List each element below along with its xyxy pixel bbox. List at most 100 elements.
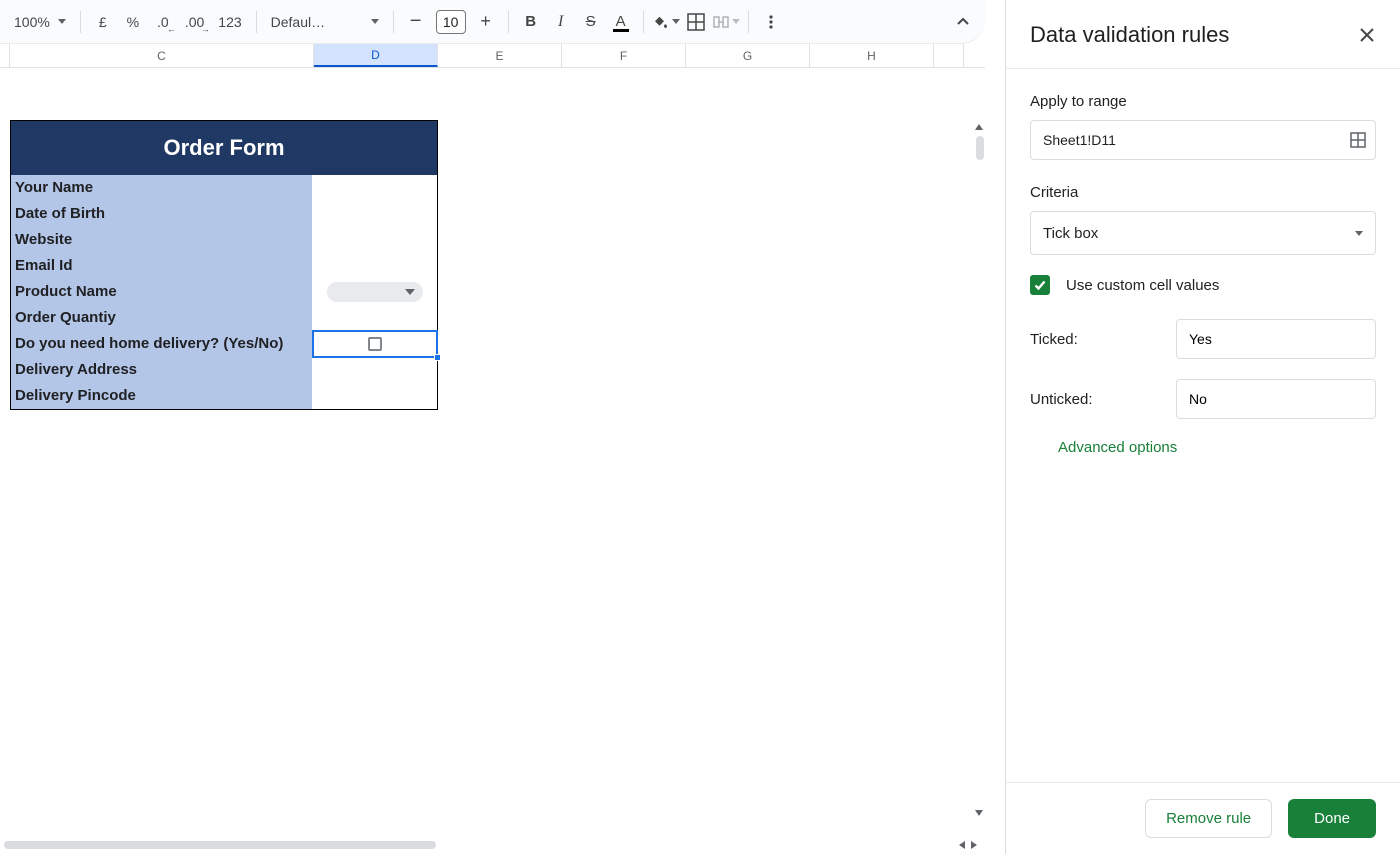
criteria-dropdown[interactable]: Tick box <box>1030 211 1376 255</box>
form-row: Date of Birth <box>11 201 437 227</box>
remove-rule-button[interactable]: Remove rule <box>1145 799 1272 838</box>
bold-button[interactable]: B <box>517 8 545 36</box>
chevron-down-icon <box>405 289 415 295</box>
apply-to-range-label: Apply to range <box>1030 93 1376 110</box>
close-icon <box>1358 26 1376 44</box>
column-header-H[interactable]: H <box>810 44 934 67</box>
cell-fill-handle[interactable] <box>434 354 441 361</box>
dropdown-chip[interactable] <box>327 282 423 302</box>
unticked-value-input[interactable] <box>1176 379 1376 419</box>
vertical-scroll-thumb[interactable] <box>976 136 984 160</box>
scroll-left-arrow-icon[interactable] <box>959 841 965 849</box>
separator <box>748 11 749 33</box>
column-header-empty[interactable] <box>934 44 964 67</box>
font-size-decrease-button[interactable]: − <box>402 8 430 36</box>
horizontal-scrollbar[interactable] <box>0 836 985 854</box>
form-value-cell[interactable] <box>313 279 437 305</box>
merge-icon <box>712 13 730 31</box>
column-header-E[interactable]: E <box>438 44 562 67</box>
scroll-right-arrow-icon[interactable] <box>971 841 977 849</box>
separator <box>256 11 257 33</box>
advanced-options-link[interactable]: Advanced options <box>1058 439 1376 456</box>
italic-button[interactable]: I <box>547 8 575 36</box>
spreadsheet-grid[interactable]: CDEFGH Order Form Your NameDate of Birth… <box>0 44 985 836</box>
form-value-cell[interactable] <box>313 175 437 201</box>
separator <box>643 11 644 33</box>
form-row: Delivery Address <box>11 357 437 383</box>
done-button[interactable]: Done <box>1288 799 1376 838</box>
percent-button[interactable]: % <box>119 8 147 36</box>
criteria-value: Tick box <box>1043 225 1098 242</box>
data-validation-panel: Data validation rules Apply to range Cri… <box>1005 0 1400 854</box>
panel-title: Data validation rules <box>1030 22 1229 48</box>
chevron-down-icon <box>1355 231 1363 236</box>
checkbox[interactable] <box>368 337 382 351</box>
form-label: Website <box>11 227 313 253</box>
text-color-swatch <box>613 29 629 32</box>
chevron-down-icon <box>371 19 379 24</box>
panel-footer: Remove rule Done <box>1006 782 1400 854</box>
form-row: Website <box>11 227 437 253</box>
increase-decimal-button[interactable]: .00 → <box>179 8 210 36</box>
form-value-cell[interactable] <box>313 383 437 409</box>
apply-to-range-input[interactable] <box>1030 120 1376 160</box>
merge-cells-button[interactable] <box>712 8 740 36</box>
separator <box>393 11 394 33</box>
form-row: Do you need home delivery? (Yes/No) <box>11 331 437 357</box>
close-button[interactable] <box>1358 26 1376 44</box>
column-header-C[interactable]: C <box>10 44 314 67</box>
text-color-button[interactable]: A <box>607 8 635 36</box>
more-vertical-icon <box>763 14 779 30</box>
column-headers: CDEFGH <box>0 44 985 68</box>
form-label: Product Name <box>11 279 313 305</box>
currency-button[interactable]: £ <box>89 8 117 36</box>
form-row: Product Name <box>11 279 437 305</box>
chevron-down-icon <box>732 19 740 24</box>
form-row: Delivery Pincode <box>11 383 437 409</box>
form-value-cell[interactable] <box>313 201 437 227</box>
ticked-value-input[interactable] <box>1176 319 1376 359</box>
form-label: Email Id <box>11 253 313 279</box>
column-header-empty[interactable] <box>0 44 10 67</box>
select-range-icon[interactable] <box>1350 132 1366 148</box>
scroll-up-arrow-icon[interactable] <box>975 124 983 130</box>
vertical-scrollbar[interactable] <box>973 136 984 814</box>
number-format-dropdown[interactable]: 123 <box>212 8 247 36</box>
custom-values-label: Use custom cell values <box>1066 277 1219 294</box>
form-value-cell[interactable] <box>313 253 437 279</box>
borders-button[interactable] <box>682 8 710 36</box>
borders-icon <box>687 13 705 31</box>
horizontal-scroll-thumb[interactable] <box>4 841 436 849</box>
font-family-dropdown[interactable]: Defaul… <box>265 8 385 36</box>
form-title: Order Form <box>11 121 437 175</box>
toolbar: 100% £ % .0 ← .00 → 123 Defaul… − + B I … <box>0 0 985 44</box>
font-size-input[interactable] <box>436 10 466 34</box>
grid-body[interactable]: Order Form Your NameDate of BirthWebsite… <box>0 68 985 836</box>
form-value-cell[interactable] <box>313 305 437 331</box>
font-family-value: Defaul… <box>271 14 363 30</box>
form-row: Your Name <box>11 175 437 201</box>
decrease-decimal-button[interactable]: .0 ← <box>149 8 177 36</box>
zoom-dropdown[interactable]: 100% <box>8 8 72 36</box>
custom-values-checkbox[interactable] <box>1030 275 1050 295</box>
strikethrough-button[interactable]: S <box>577 8 605 36</box>
column-header-G[interactable]: G <box>686 44 810 67</box>
checkmark-icon <box>1033 278 1047 292</box>
form-label: Date of Birth <box>11 201 313 227</box>
form-label: Order Quantiy <box>11 305 313 331</box>
order-form: Order Form Your NameDate of BirthWebsite… <box>10 120 438 410</box>
more-toolbar-button[interactable] <box>757 8 785 36</box>
column-header-D[interactable]: D <box>314 44 438 67</box>
font-size-increase-button[interactable]: + <box>472 8 500 36</box>
unticked-label: Unticked: <box>1030 391 1093 408</box>
scroll-down-arrow-icon[interactable] <box>975 810 983 816</box>
separator <box>508 11 509 33</box>
fill-color-button[interactable] <box>652 8 680 36</box>
collapse-toolbar-button[interactable] <box>949 8 977 36</box>
form-value-cell[interactable] <box>313 227 437 253</box>
form-value-cell[interactable] <box>313 331 437 357</box>
form-value-cell[interactable] <box>313 357 437 383</box>
column-header-F[interactable]: F <box>562 44 686 67</box>
chevron-up-icon <box>954 13 972 31</box>
form-label: Delivery Address <box>11 357 313 383</box>
